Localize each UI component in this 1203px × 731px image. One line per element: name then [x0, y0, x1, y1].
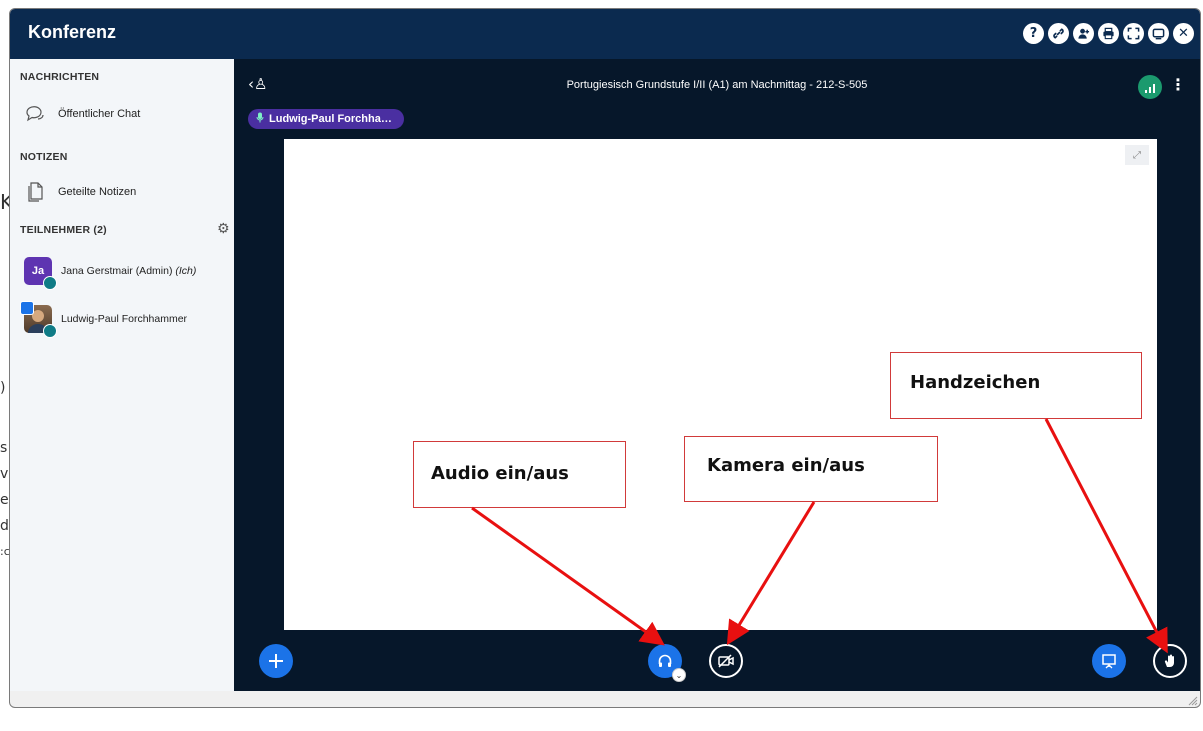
arrow-to-audio-button	[471, 506, 665, 646]
arrow-to-hand-button	[1044, 418, 1168, 654]
arrow-to-camera-button	[726, 501, 816, 646]
annotation-arrows	[471, 418, 1168, 654]
